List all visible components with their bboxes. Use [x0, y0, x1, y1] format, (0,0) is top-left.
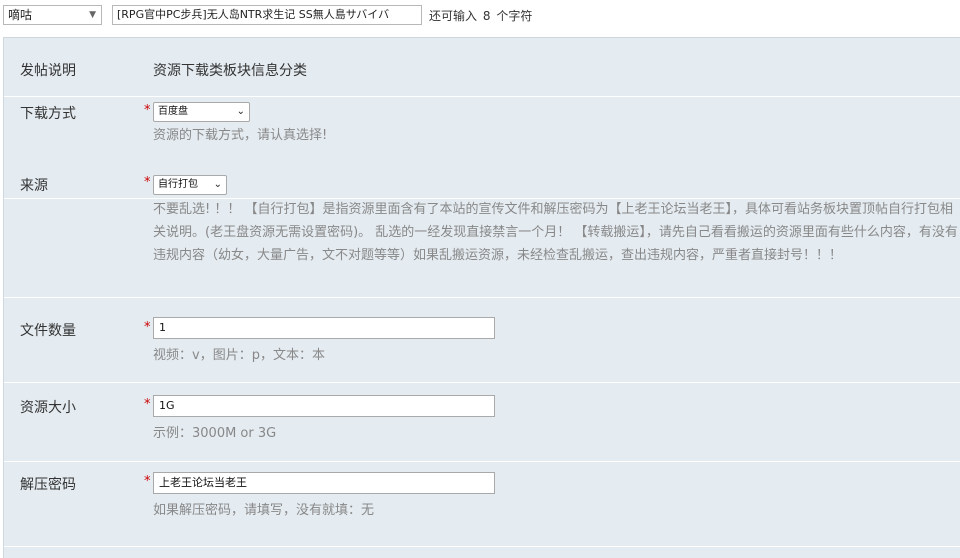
row-file-count: 文件数量 * 1 视频：v，图片：p，文本：本: [4, 304, 960, 383]
download-method-tip: 资源的下载方式，请认真选择!: [153, 128, 328, 143]
row-unzip-password: 解压密码 * 上老王论坛当老王 如果解压密码，请填写，没有就填：无: [4, 461, 960, 547]
subject-input[interactable]: [RPG官中PC步兵]无人岛NTR求生记 SS無人島サバイバ: [112, 5, 422, 25]
source-label: 来源: [20, 178, 48, 194]
download-method-label: 下载方式: [20, 106, 76, 122]
required-mark: *: [144, 474, 151, 489]
unzip-password-tip: 如果解压密码，请填写，没有就填：无: [153, 503, 375, 518]
thread-type-value: 嘀咕: [8, 8, 33, 22]
resource-size-tip: 示例：3000M or 3G: [153, 426, 277, 441]
file-count-tip: 视频：v，图片：p，文本：本: [153, 348, 325, 363]
source-select[interactable]: 自行打包 ⌄: [153, 175, 227, 195]
required-mark: *: [144, 103, 151, 118]
source-value: 自行打包: [158, 179, 198, 190]
download-method-value: 百度盘: [158, 106, 188, 117]
file-count-label: 文件数量: [20, 323, 76, 339]
resource-size-label: 资源大小: [20, 400, 76, 416]
chevron-down-icon: ⌄: [213, 179, 222, 190]
char-remaining-hint: 还可输入 8 个字符: [429, 7, 532, 24]
char-hint-prefix: 还可输入: [429, 9, 478, 23]
required-mark: *: [144, 397, 151, 412]
unzip-password-input[interactable]: 上老王论坛当老王: [153, 472, 495, 494]
required-mark: *: [144, 175, 151, 190]
thread-type-select[interactable]: 嘀咕 ▼: [3, 5, 102, 25]
unzip-password-label: 解压密码: [20, 477, 76, 493]
row-source: 来源 * 自行打包 ⌄ 不要乱选! ！！ 【自行打包】是指资源里面含有了本站的宣…: [4, 167, 960, 298]
post-title-bar: 嘀咕 ▼ [RPG官中PC步兵]无人岛NTR求生记 SS無人島サバイバ 还可输入…: [0, 0, 960, 30]
row-intro: 发帖说明 资源下载类板块信息分类: [4, 38, 960, 97]
char-hint-suffix: 个字符: [496, 9, 533, 23]
required-mark: *: [144, 320, 151, 335]
download-method-select[interactable]: 百度盘 ⌄: [153, 102, 250, 122]
resource-size-input[interactable]: 1G: [153, 395, 495, 417]
resource-info-form: 发帖说明 资源下载类板块信息分类 下载方式 * 百度盘 ⌄ 资源的下载方式，请认…: [3, 37, 960, 558]
file-count-input[interactable]: 1: [153, 317, 495, 339]
char-remaining-count: 8: [482, 9, 491, 23]
chevron-down-icon: ⌄: [236, 106, 245, 117]
source-tip: 不要乱选! ！！ 【自行打包】是指资源里面含有了本站的宣传文件和解压密码为【上老…: [153, 202, 958, 263]
chevron-down-icon: ▼: [89, 10, 96, 20]
intro-value: 资源下载类板块信息分类: [153, 63, 307, 79]
row-resource-size: 资源大小 * 1G 示例：3000M or 3G: [4, 383, 960, 462]
intro-label: 发帖说明: [20, 63, 76, 79]
